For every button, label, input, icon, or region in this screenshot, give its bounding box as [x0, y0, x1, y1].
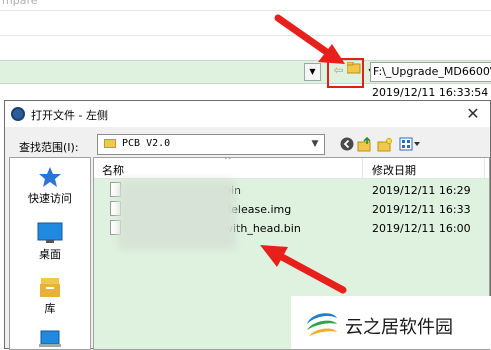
- watermark-text: 云之居软件园: [345, 317, 453, 338]
- back-button[interactable]: [339, 137, 355, 153]
- background-header-text: mpare: [2, 0, 38, 7]
- place-label: 快速访问: [28, 192, 72, 205]
- sort-up-icon: ^: [224, 157, 232, 166]
- computer-icon: [39, 330, 61, 347]
- divider: [0, 35, 491, 36]
- look-in-value: PCB V2.0: [122, 138, 171, 149]
- places-bar: 快速访问 桌面 库: [9, 157, 91, 350]
- path-dropdown-button[interactable]: ▼: [304, 63, 321, 81]
- app-icon: [11, 107, 25, 121]
- column-name[interactable]: 名称: [102, 162, 124, 178]
- column-separator[interactable]: [362, 158, 363, 178]
- file-date: 2019/12/11 16:33: [372, 203, 471, 216]
- place-label: 库: [44, 302, 56, 315]
- highlight-box: [327, 58, 364, 88]
- file-date: 2019/12/11 16:00: [372, 222, 471, 235]
- up-folder-icon: [357, 136, 371, 152]
- close-button[interactable]: ✕: [462, 103, 484, 125]
- place-library[interactable]: 库: [10, 276, 90, 316]
- column-separator[interactable]: [484, 158, 485, 178]
- dialog-title: 打开文件 - 左侧: [31, 109, 108, 122]
- folder-icon: [104, 139, 116, 148]
- library-icon: [40, 278, 60, 297]
- view-menu-icon: [399, 137, 420, 151]
- look-in-label: 查找范围(I):: [19, 141, 79, 154]
- place-desktop[interactable]: 桌面: [10, 222, 90, 262]
- blurred-filenames: [118, 180, 236, 250]
- up-folder-button[interactable]: [357, 136, 373, 153]
- watermark: 云之居软件园: [291, 296, 491, 349]
- background-app-area: mpare: [0, 0, 491, 60]
- dialog-titlebar: 打开文件 - 左侧 ✕: [5, 101, 490, 127]
- view-menu-button[interactable]: [399, 137, 421, 153]
- background-date: 2019/12/11 16:33:54: [372, 86, 489, 99]
- divider: [0, 10, 491, 11]
- column-modified-date[interactable]: 修改日期: [372, 162, 416, 178]
- star-icon: [39, 167, 61, 187]
- list-header: 名称 ^ 修改日期: [94, 158, 489, 179]
- file-date: 2019/12/11 16:29: [372, 184, 471, 197]
- chevron-down-icon[interactable]: ▼: [308, 137, 322, 151]
- place-quick-access[interactable]: 快速访问: [10, 166, 90, 206]
- back-icon: [340, 137, 354, 151]
- watermark-logo-icon: [307, 313, 337, 336]
- place-computer[interactable]: [10, 330, 90, 348]
- desktop-icon: [37, 222, 63, 243]
- look-in-select[interactable]: PCB V2.0 ▼: [97, 134, 325, 155]
- place-label: 桌面: [39, 248, 61, 261]
- new-folder-icon: [377, 138, 392, 152]
- new-folder-button[interactable]: [377, 137, 393, 153]
- path-field[interactable]: F:\_Upgrade_MD6600\: [370, 62, 491, 82]
